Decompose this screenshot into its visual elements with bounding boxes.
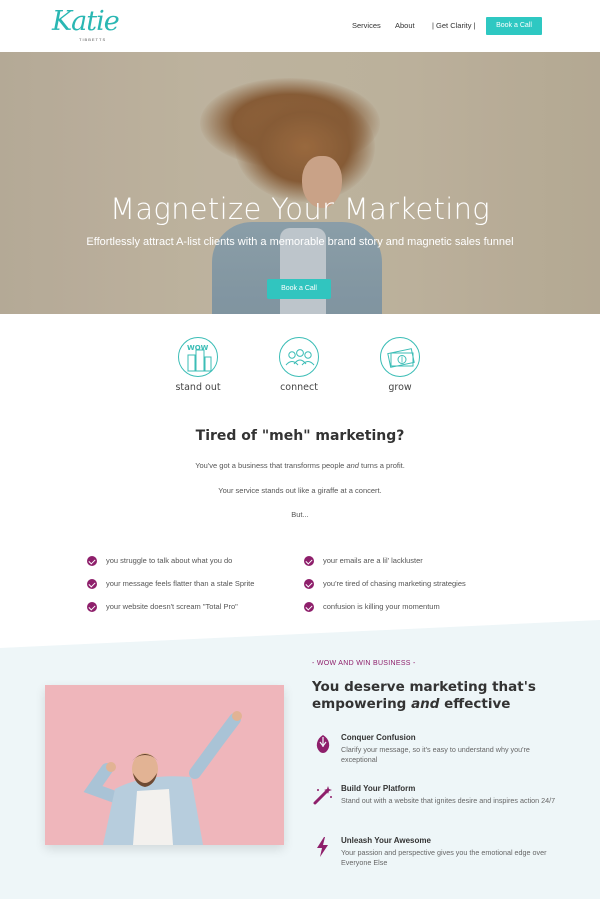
feature-grow: grow (360, 337, 440, 397)
benefit-title: Conquer Confusion (341, 733, 416, 742)
logo[interactable]: Katie TIBBETTS (52, 6, 120, 46)
pain-line-3: But... (291, 510, 309, 519)
rebel-emblem-icon (312, 733, 334, 755)
check-circle-icon (87, 602, 97, 612)
pain-line-1: You've got a business that transforms pe… (0, 461, 600, 470)
pain-item-text: your website doesn't scream "Total Pro" (106, 602, 238, 611)
nav-services[interactable]: Services (352, 16, 381, 36)
pain-line-1-em: and (346, 461, 359, 470)
feature-label-grow: grow (388, 382, 412, 393)
logo-script: Katie (52, 6, 120, 37)
feature-label-connect: connect (280, 382, 318, 393)
money-icon (380, 337, 420, 377)
pain-item-text: your message feels flatter than a stale … (106, 579, 255, 588)
empower-title-line2-pre: empowering (312, 696, 412, 712)
empower-title: You deserve marketing that's empowering … (312, 679, 572, 713)
lightning-bolt-icon (312, 836, 334, 858)
benefit-conquer-confusion: Conquer Confusion Clarify your message, … (312, 733, 562, 769)
site-header: Katie TIBBETTS Services About | Get Clar… (0, 0, 600, 52)
hero-book-call-button[interactable]: Book a Call (267, 279, 331, 299)
pain-title: Tired of "meh" marketing? (195, 428, 405, 444)
wow-buildings-icon: WOW (178, 337, 218, 377)
check-circle-icon (304, 602, 314, 612)
benefit-unleash-awesome: Unleash Your Awesome Your passion and pe… (312, 836, 562, 872)
pain-item-text: you're tired of chasing marketing strate… (323, 579, 466, 588)
feature-stand-out: WOW stand out (158, 337, 238, 397)
celebrating-man-photo (45, 685, 284, 845)
check-circle-icon (304, 556, 314, 566)
empower-title-line1: You deserve marketing that's (312, 679, 536, 695)
empower-tagline: - WOW AND WIN BUSINESS - (312, 660, 416, 667)
pain-item-text: your emails are a lil' lackluster (323, 556, 423, 565)
hero-title: Magnetize Your Marketing (110, 192, 490, 226)
pain-line-1-post: turns a profit. (358, 461, 405, 470)
empower-title-line2-post: effective (439, 696, 511, 712)
check-circle-icon (87, 556, 97, 566)
wow-text: WOW (187, 344, 209, 352)
benefit-text: Clarify your message, so it's easy to un… (341, 745, 530, 764)
hero-subtitle: Effortlessly attract A-list clients with… (86, 236, 514, 248)
check-circle-icon (304, 579, 314, 589)
nav-get-clarity[interactable]: | Get Clarity | (432, 16, 476, 36)
pain-line-1-pre: You've got a business that transforms pe… (195, 461, 347, 470)
pain-line-2: Your service stands out like a giraffe a… (218, 486, 382, 495)
pain-item-text: confusion is killing your momentum (323, 602, 440, 611)
feature-connect: connect (259, 337, 339, 397)
magic-wand-icon (312, 784, 334, 806)
hero-overlay (0, 52, 600, 314)
empower-title-line2-em: and (411, 696, 440, 712)
nav-about[interactable]: About (395, 16, 415, 36)
benefit-build-platform: Build Your Platform Stand out with a web… (312, 784, 562, 820)
benefit-text: Stand out with a website that ignites de… (341, 796, 556, 805)
benefit-title: Build Your Platform (341, 784, 416, 793)
header-book-call-button[interactable]: Book a Call (486, 17, 542, 35)
pain-item-text: you struggle to talk about what you do (106, 556, 233, 565)
logo-subtitle: TIBBETTS (79, 37, 107, 42)
people-group-icon (279, 337, 319, 377)
benefit-title: Unleash Your Awesome (341, 836, 431, 845)
feature-label-stand-out: stand out (175, 382, 221, 393)
hero-section: Magnetize Your Marketing Effortlessly at… (0, 52, 600, 314)
check-circle-icon (87, 579, 97, 589)
benefit-text: Your passion and perspective gives you t… (341, 848, 547, 867)
